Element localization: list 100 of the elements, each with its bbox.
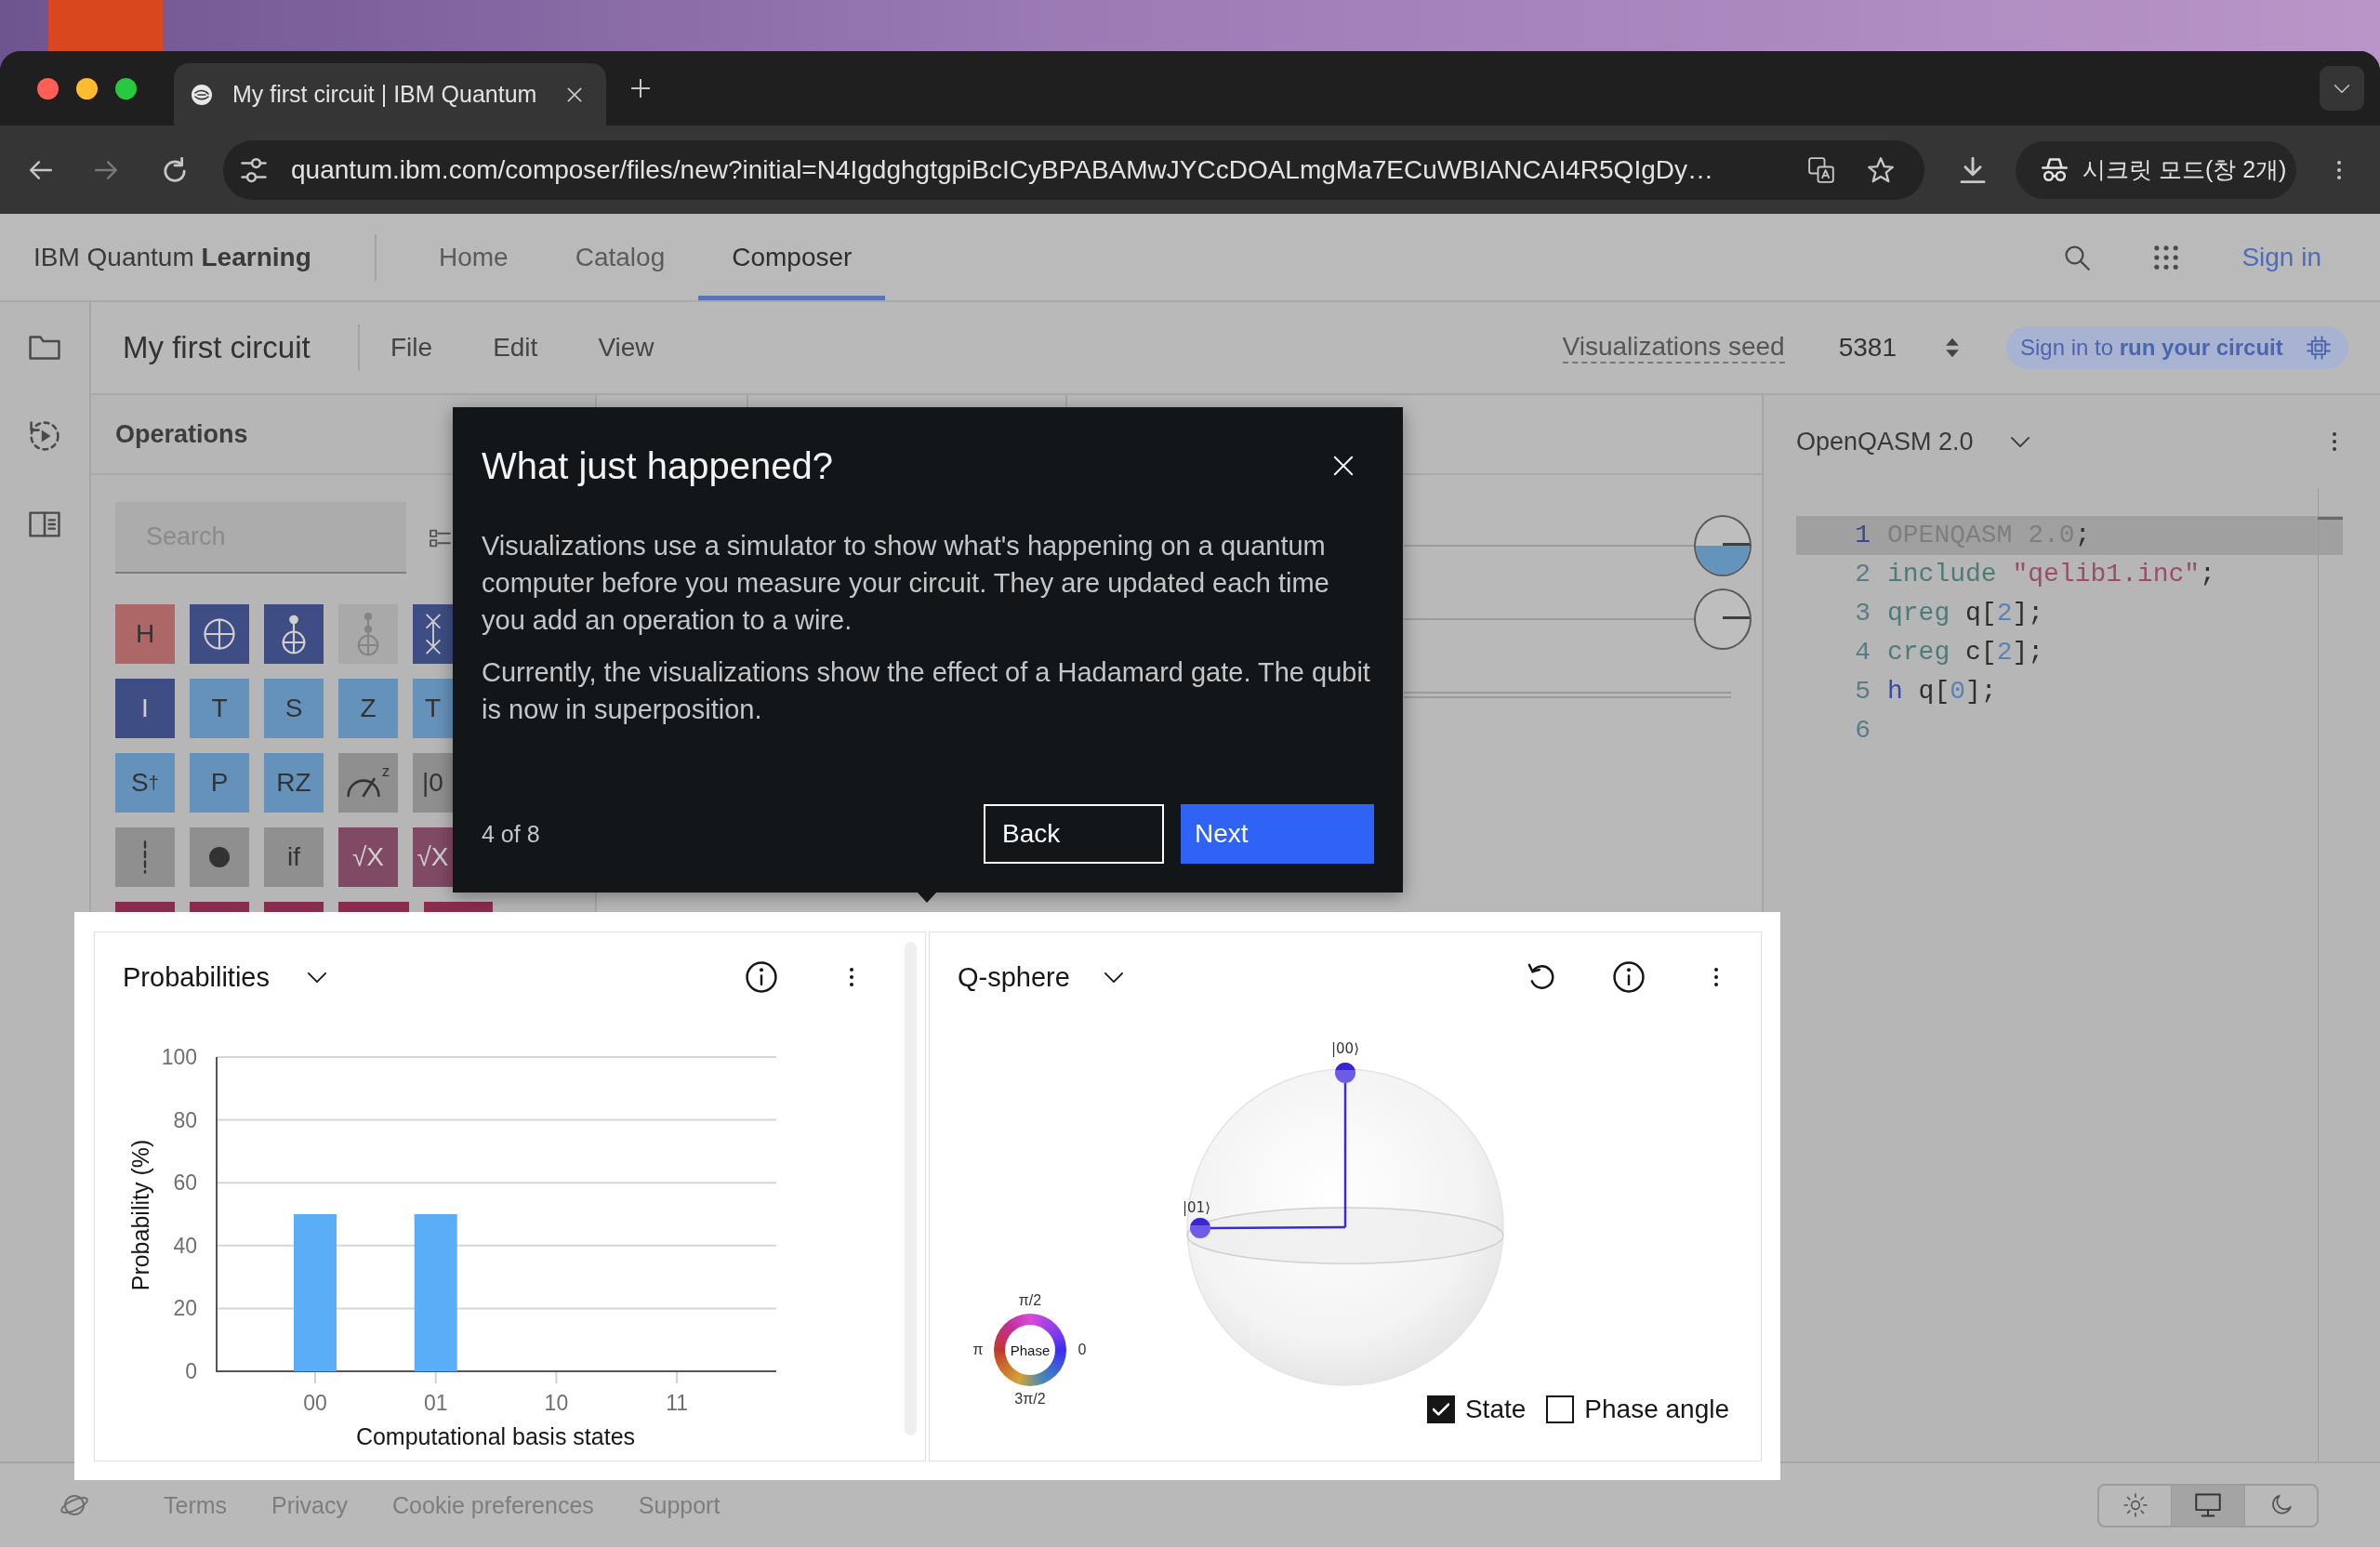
gate-button[interactable]: I (115, 679, 175, 738)
window-close-button[interactable] (37, 77, 59, 99)
panel-title[interactable]: Q-sphere (958, 961, 1070, 993)
checkbox[interactable] (1426, 1395, 1455, 1423)
window-maximize-button[interactable] (115, 77, 137, 99)
window-minimize-button[interactable] (76, 77, 98, 99)
arrow-right-icon (94, 159, 118, 180)
phase-tick-label: 0 (1078, 1342, 1087, 1358)
chevron-down-icon[interactable] (1103, 971, 1124, 984)
phase-tick-label: π/2 (1018, 1292, 1042, 1309)
stepper-icon[interactable] (1945, 337, 1960, 359)
gate-button[interactable] (413, 604, 453, 664)
gate-button[interactable]: H (115, 604, 175, 664)
menu-item[interactable]: Edit (493, 333, 538, 363)
browser-tab[interactable]: My first circuit | IBM Quantum (174, 63, 606, 126)
brand-name[interactable]: IBM Quantum Learning (33, 242, 375, 272)
close-icon (567, 86, 582, 102)
menu-item[interactable]: File (390, 333, 433, 363)
panel-title[interactable]: Probabilities (123, 961, 270, 993)
code-line: qreg q[2]; (1886, 598, 2045, 629)
chevron-down-icon (2334, 83, 2350, 94)
gate-button[interactable]: z (338, 753, 398, 813)
list-view-icon[interactable] (430, 527, 451, 549)
state-marker-icon[interactable] (1190, 1217, 1210, 1238)
line-number: 2 (1854, 559, 1871, 590)
gate-button[interactable]: T (190, 679, 249, 738)
gate-button[interactable]: T (413, 679, 453, 738)
seed-value[interactable]: 5381 (1838, 333, 1897, 363)
translate-icon (1808, 156, 1834, 183)
checkbox-label[interactable]: State (1464, 1395, 1527, 1424)
theme-button[interactable] (2171, 1485, 2244, 1526)
nav-tab[interactable]: Catalog (541, 214, 699, 300)
close-icon (1333, 456, 1354, 476)
axis-tick-label: 00 (303, 1391, 327, 1415)
gate-button[interactable]: P (190, 753, 249, 813)
address-field[interactable]: quantum.ibm.com/composer/files/new?initial=N4IgdghgtgpiBcICyBPABAMwJYCcDOALmgMa7ECuWBIANCAI4R5QIgDy… (223, 139, 1924, 200)
nav-tab[interactable]: Composer (698, 214, 886, 300)
axis-tick-label: 01 (423, 1391, 448, 1415)
phase-tick-label: π (972, 1342, 984, 1358)
state-marker-icon[interactable] (1335, 1062, 1355, 1083)
state-label: |01⟩ (1183, 1199, 1210, 1216)
axis-tick-label: 0 (185, 1359, 197, 1383)
ruler-marker (2318, 517, 2343, 520)
gate-button[interactable]: |0 (413, 753, 453, 813)
phase-tick-label: 3π/2 (1014, 1391, 1046, 1408)
axis-title: Computational basis states (355, 1423, 636, 1449)
controlled-target-icon (282, 614, 306, 654)
gate-button[interactable]: if (264, 827, 324, 887)
gate-button[interactable]: √X (413, 827, 453, 887)
checkbox[interactable] (1546, 1395, 1575, 1423)
step-counter: 4 of 8 (482, 820, 540, 848)
run-circuit-button[interactable]: Sign in to run your circuit (2006, 326, 2348, 369)
language-dropdown[interactable]: OpenQASM 2.0 (1796, 427, 1974, 456)
axis-tick-label: 80 (173, 1107, 197, 1132)
nav-tab[interactable]: Home (405, 214, 542, 300)
checkbox-label[interactable]: Phase angle (1584, 1395, 1729, 1424)
primary-button[interactable]: Next (1181, 804, 1374, 864)
star-icon (1868, 156, 1894, 183)
axis-tick-label: 20 (173, 1296, 197, 1321)
gate-button[interactable]: Z (338, 679, 398, 738)
swap-icon (425, 614, 441, 654)
gate-button[interactable]: RZ (264, 753, 324, 813)
history-icon (30, 421, 60, 451)
file-name[interactable]: My first circuit (123, 330, 358, 365)
dot-icon (209, 847, 230, 867)
gate-button[interactable] (264, 604, 324, 664)
rotate-icon (1527, 963, 1556, 991)
panel-title: Operations (115, 419, 248, 449)
side-panel-icon (29, 511, 60, 537)
incognito-indicator[interactable]: 시크릿 모드(창 2개) (2016, 140, 2296, 199)
secondary-button[interactable]: Back (984, 804, 1164, 864)
arrow-left-icon (29, 159, 53, 180)
chevron-down-icon[interactable] (307, 971, 327, 984)
checkmark-icon (1432, 1403, 1449, 1416)
axis-tick-label: 11 (666, 1391, 689, 1415)
target-icon (204, 618, 235, 650)
gate-button[interactable] (190, 827, 249, 887)
state-label: |00⟩ (1331, 1040, 1359, 1057)
favicon-icon (191, 83, 213, 106)
seed-label[interactable]: Visualizations seed (1562, 332, 1785, 364)
gate-button[interactable] (190, 604, 249, 664)
grid-icon (2153, 244, 2180, 271)
axis-title: Probability (%) (127, 1139, 153, 1291)
incognito-icon (2042, 157, 2068, 182)
sign-in-link[interactable]: Sign in (2241, 242, 2321, 272)
folder-icon (29, 335, 60, 361)
plus-icon (631, 79, 650, 98)
axis-tick-label: 40 (173, 1233, 197, 1258)
download-icon (1960, 156, 1986, 183)
chevron-down-icon[interactable] (2009, 435, 2030, 448)
line-number: 6 (1854, 715, 1871, 747)
gate-button[interactable]: √X (338, 827, 398, 887)
menu-item[interactable]: View (598, 333, 654, 363)
tune-icon[interactable] (240, 156, 268, 183)
code-line: h q[0]; (1886, 676, 1998, 707)
moon-icon (2269, 1494, 2293, 1516)
popover-text: Visualizations use a simulator to show what's happening on a quantum computer before you measure your circuit. They are updated each time you add an operation to a wire. (482, 530, 1330, 637)
gate-button[interactable]: S (264, 679, 324, 738)
line-number: 5 (1854, 676, 1871, 707)
phase-label: Phase (1005, 1325, 1055, 1375)
